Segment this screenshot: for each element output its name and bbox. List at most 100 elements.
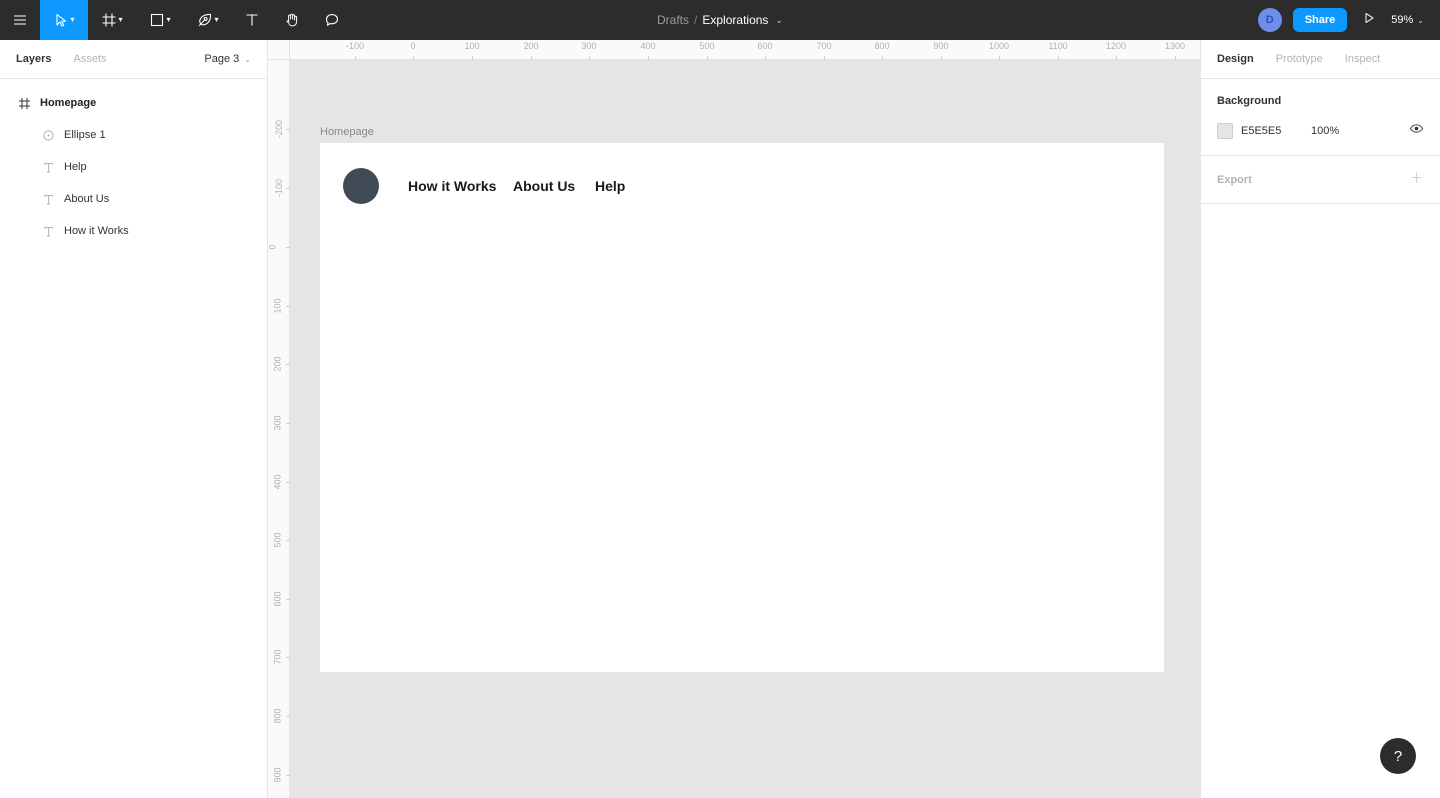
ruler-v-tick: 200 (268, 348, 290, 380)
ruler-corner (268, 40, 290, 60)
main-menu-button[interactable] (0, 0, 40, 40)
canvas-text-about-us[interactable]: About Us (513, 178, 575, 194)
export-section: Export (1201, 156, 1440, 204)
ruler-v-tick: 900 (268, 759, 290, 791)
canvas-text-how-it-works[interactable]: How it Works (408, 178, 496, 194)
figma-app-window: ▾ ▾ ▾ ▾ Drafts / Explorations ⌄ D Share … (0, 0, 1440, 798)
left-sidebar-header: Layers Assets Page 3 ⌄ (0, 40, 267, 79)
comment-bubble-icon (324, 12, 340, 28)
breadcrumb-parent[interactable]: Drafts (657, 13, 689, 27)
layer-label: About Us (64, 193, 110, 205)
eye-icon (1409, 121, 1424, 141)
left-sidebar-tabs: Layers Assets (16, 53, 107, 65)
background-opacity-value[interactable]: 100% (1311, 125, 1339, 137)
tab-prototype[interactable]: Prototype (1276, 53, 1323, 65)
frame-homepage-wrapper: Homepage How it Works About Us Help (320, 126, 1164, 672)
move-tool-caret-icon[interactable]: ▾ (70, 16, 74, 24)
ruler-h-tick: 700 (804, 40, 844, 60)
help-button[interactable]: ? (1380, 738, 1416, 774)
right-sidebar-tabs: Design Prototype Inspect (1201, 40, 1440, 79)
text-t-icon (40, 159, 56, 175)
pen-tool-caret-icon[interactable]: ▾ (214, 16, 218, 24)
right-sidebar: Design Prototype Inspect Background E5E5… (1200, 40, 1440, 798)
ruler-h-tick: 0 (393, 40, 433, 60)
frame-tool-caret-icon[interactable]: ▾ (118, 16, 122, 24)
ruler-h-tick: 1100 (1038, 40, 1078, 60)
layer-label: How it Works (64, 225, 129, 237)
shape-tool-button[interactable]: ▾ (136, 0, 184, 40)
chevron-down-icon[interactable]: ⌄ (775, 15, 783, 26)
canvas-viewport[interactable]: Homepage How it Works About Us Help -100… (268, 40, 1200, 798)
canvas-text-help[interactable]: Help (595, 178, 625, 194)
ruler-h-tick: -100 (335, 40, 375, 60)
ruler-h-tick: 1300 (1155, 40, 1195, 60)
frame-tool-button[interactable]: ▾ (88, 0, 136, 40)
comment-tool-button[interactable] (312, 0, 352, 40)
top-toolbar: ▾ ▾ ▾ ▾ Drafts / Explorations ⌄ D Share … (0, 0, 1440, 40)
tab-assets[interactable]: Assets (73, 53, 106, 65)
background-color-swatch[interactable] (1217, 123, 1233, 139)
hand-icon (284, 12, 300, 28)
layer-list: Homepage Ellipse 1 Help About Us How it … (0, 79, 267, 247)
horizontal-ruler[interactable]: -100 0 100 200 300 400 500 600 700 800 900 1000 1100… (268, 40, 1200, 60)
layer-row-how-it-works[interactable]: How it Works (0, 215, 267, 247)
zoom-level-label: 59% (1391, 14, 1414, 26)
frame-hash-icon (16, 95, 32, 111)
layer-row-ellipse-1[interactable]: Ellipse 1 (0, 119, 267, 151)
layer-label: Help (64, 161, 87, 173)
background-section: Background E5E5E5 100% (1201, 79, 1440, 156)
shape-tool-caret-icon[interactable]: ▾ (166, 16, 170, 24)
hand-tool-button[interactable] (272, 0, 312, 40)
tab-layers[interactable]: Layers (16, 53, 51, 65)
avatar[interactable]: D (1257, 8, 1282, 32)
frame-label[interactable]: Homepage (320, 126, 374, 138)
ruler-h-tick: 1200 (1096, 40, 1136, 60)
background-visibility-toggle[interactable] (1409, 121, 1424, 141)
page-selector-label: Page 3 (204, 53, 240, 65)
ruler-h-tick: 100 (452, 40, 492, 60)
text-t-icon (244, 12, 260, 28)
frame-homepage[interactable]: How it Works About Us Help (320, 143, 1164, 672)
layer-row-homepage[interactable]: Homepage (0, 87, 267, 119)
ruler-h-tick: 200 (511, 40, 551, 60)
breadcrumb-current[interactable]: Explorations (702, 13, 768, 27)
tab-inspect[interactable]: Inspect (1345, 53, 1380, 65)
page-selector[interactable]: Page 3 ⌄ (204, 53, 251, 65)
pen-tool-button[interactable]: ▾ (184, 0, 232, 40)
tab-design[interactable]: Design (1217, 53, 1254, 65)
ruler-v-tick: 500 (268, 524, 290, 556)
cursor-arrow-icon (53, 12, 69, 28)
vertical-ruler[interactable]: -200 -100 0 100 200 300 400 500 600 700 800 900 (268, 40, 290, 798)
share-button[interactable]: Share (1292, 8, 1348, 32)
breadcrumb[interactable]: Drafts / Explorations ⌄ (657, 13, 783, 27)
breadcrumb-separator: / (694, 13, 698, 27)
ruler-h-tick: 900 (921, 40, 961, 60)
present-button[interactable] (1355, 0, 1383, 40)
background-color-row: E5E5E5 100% (1217, 121, 1424, 141)
export-add-button[interactable] (1409, 170, 1424, 190)
ruler-h-tick: 400 (628, 40, 668, 60)
chevron-down-icon: ⌄ (244, 54, 251, 64)
background-hex-value[interactable]: E5E5E5 (1241, 125, 1303, 137)
layer-row-help[interactable]: Help (0, 151, 267, 183)
ruler-h-tick: 1000 (979, 40, 1019, 60)
rectangle-icon (149, 12, 165, 28)
layer-label: Homepage (40, 97, 97, 109)
ellipse-icon (40, 127, 56, 143)
ruler-v-tick: 0 (268, 231, 290, 263)
zoom-control[interactable]: 59% ⌄ (1383, 14, 1428, 26)
layer-label: Ellipse 1 (64, 129, 106, 141)
canvas-ellipse-1[interactable] (343, 168, 379, 204)
ruler-v-tick: 600 (268, 583, 290, 615)
text-t-icon (40, 223, 56, 239)
background-section-title: Background (1217, 95, 1282, 107)
ruler-v-tick: 700 (268, 641, 290, 673)
hamburger-menu-icon (12, 12, 28, 28)
text-tool-button[interactable] (232, 0, 272, 40)
plus-icon (1409, 170, 1424, 190)
left-sidebar: Layers Assets Page 3 ⌄ Homepage Ellipse … (0, 40, 268, 798)
move-tool-button[interactable]: ▾ (40, 0, 88, 40)
play-triangle-icon (1362, 11, 1376, 30)
layer-row-about-us[interactable]: About Us (0, 183, 267, 215)
ruler-v-tick: 800 (268, 700, 290, 732)
